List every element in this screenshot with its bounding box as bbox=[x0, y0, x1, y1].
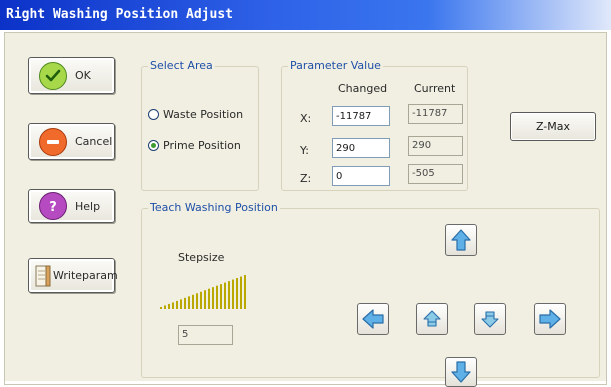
checkmark-icon bbox=[39, 61, 67, 90]
cancel-button[interactable]: Cancel bbox=[28, 123, 115, 160]
ok-button[interactable]: OK bbox=[28, 57, 115, 94]
x-changed-input[interactable] bbox=[332, 106, 390, 126]
z-current-value: -505 bbox=[408, 164, 463, 184]
stepsize-slider[interactable] bbox=[158, 271, 254, 311]
z-axis-label: Z: bbox=[300, 172, 312, 185]
waste-position-label: Waste Position bbox=[163, 108, 244, 121]
arrow-down-icon bbox=[450, 360, 472, 384]
changed-column-header: Changed bbox=[338, 82, 388, 95]
stepsize-value: 5 bbox=[178, 325, 233, 345]
z-down-icon bbox=[480, 309, 500, 329]
stepsize-bar bbox=[236, 278, 238, 309]
svg-text:?: ? bbox=[49, 200, 57, 214]
select-area-group: Select Area Waste Position Prime Positio… bbox=[141, 59, 259, 191]
stepsize-bar bbox=[244, 275, 246, 309]
y-changed-input[interactable] bbox=[332, 138, 390, 158]
teach-washing-position-title: Teach Washing Position bbox=[148, 201, 280, 214]
dialog-body: OK Cancel ? Help Writeparam Select Area … bbox=[4, 32, 607, 387]
stepsize-bar bbox=[220, 284, 222, 309]
x-current-value: -11787 bbox=[408, 104, 463, 124]
stepsize-bar bbox=[216, 285, 218, 309]
stepsize-label: Stepsize bbox=[178, 251, 225, 264]
move-left-button[interactable] bbox=[357, 303, 389, 335]
move-down-button[interactable] bbox=[445, 357, 477, 387]
prime-position-label: Prime Position bbox=[163, 139, 241, 152]
prime-position-radio-dot bbox=[148, 140, 159, 151]
stepsize-bar bbox=[160, 307, 162, 309]
arrow-left-icon bbox=[361, 308, 385, 330]
stepsize-bar bbox=[208, 288, 210, 309]
stepsize-bar bbox=[196, 293, 198, 309]
writeparam-button-label: Writeparam bbox=[53, 269, 118, 282]
arrow-right-icon bbox=[538, 308, 562, 330]
current-column-header: Current bbox=[414, 82, 456, 95]
document-icon bbox=[35, 265, 51, 287]
parameter-value-group: Parameter Value Changed Current X: -1178… bbox=[281, 59, 468, 191]
z-up-button[interactable] bbox=[416, 303, 448, 335]
minus-circle-icon bbox=[39, 127, 67, 156]
stepsize-bar bbox=[180, 299, 182, 309]
help-button[interactable]: ? Help bbox=[28, 189, 115, 223]
question-mark-icon: ? bbox=[39, 192, 67, 220]
stepsize-bar bbox=[164, 305, 166, 309]
stepsize-bar bbox=[212, 287, 214, 309]
x-axis-label: X: bbox=[300, 112, 312, 125]
arrow-up-icon bbox=[450, 228, 472, 252]
prime-position-radio[interactable]: Prime Position bbox=[148, 139, 241, 152]
move-up-button[interactable] bbox=[445, 224, 477, 256]
z-up-icon bbox=[422, 309, 442, 329]
waste-position-radio[interactable]: Waste Position bbox=[148, 108, 243, 121]
z-max-button[interactable]: Z-Max bbox=[510, 112, 596, 141]
stepsize-bar bbox=[192, 294, 194, 309]
parameter-value-title: Parameter Value bbox=[288, 59, 383, 72]
select-area-title: Select Area bbox=[148, 59, 215, 72]
z-down-button[interactable] bbox=[474, 303, 506, 335]
ok-button-label: OK bbox=[75, 69, 91, 82]
writeparam-button[interactable]: Writeparam bbox=[28, 258, 118, 293]
stepsize-bar bbox=[204, 290, 206, 309]
stepsize-bar bbox=[172, 302, 174, 309]
window-title: Right Washing Position Adjust bbox=[0, 0, 611, 30]
y-axis-label: Y: bbox=[300, 144, 309, 157]
stepsize-bar bbox=[200, 291, 202, 309]
move-right-button[interactable] bbox=[534, 303, 566, 335]
stepsize-bar bbox=[188, 296, 190, 309]
z-changed-input[interactable] bbox=[332, 166, 390, 186]
z-max-label: Z-Max bbox=[535, 120, 571, 133]
teach-washing-position-group: Teach Washing Position Stepsize 5 bbox=[141, 201, 600, 387]
help-button-label: Help bbox=[75, 199, 101, 213]
stepsize-bar bbox=[224, 282, 226, 309]
y-current-value: 290 bbox=[408, 136, 463, 156]
stepsize-bar bbox=[168, 303, 170, 309]
stepsize-bar bbox=[176, 300, 178, 309]
cancel-button-label: Cancel bbox=[75, 135, 113, 148]
waste-position-radio-dot bbox=[148, 109, 159, 120]
stepsize-bar bbox=[228, 281, 230, 309]
stepsize-bar bbox=[232, 279, 234, 309]
stepsize-bar bbox=[184, 297, 186, 309]
stepsize-bar bbox=[240, 276, 242, 309]
